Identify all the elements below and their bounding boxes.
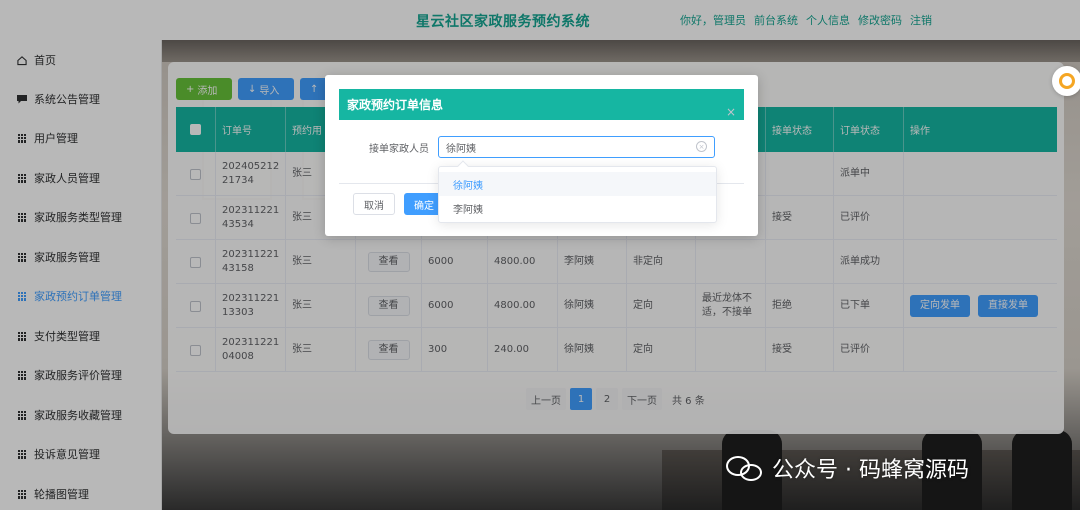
wechat-logo-icon (726, 454, 764, 482)
cancel-button[interactable]: 取消 (353, 193, 395, 215)
staff-select[interactable]: 徐阿姨 × (438, 136, 715, 158)
dropdown-option-xu[interactable]: 徐阿姨 (439, 172, 716, 196)
watermark-text: 公众号 · 码蜂窝源码 (772, 458, 969, 483)
floating-helper-icon[interactable] (1052, 66, 1080, 96)
dialog-title: 家政预约订单信息 (339, 89, 744, 120)
close-icon[interactable]: × (726, 105, 736, 119)
staff-select-value: 徐阿姨 (446, 143, 476, 155)
staff-field-label: 接单家政人员 (369, 144, 429, 155)
watermark: 公众号 · 码蜂窝源码 (726, 452, 969, 484)
clear-icon[interactable]: × (696, 141, 707, 152)
staff-dropdown: 徐阿姨 李阿姨 (438, 160, 717, 223)
dropdown-option-li[interactable]: 李阿姨 (439, 196, 716, 220)
